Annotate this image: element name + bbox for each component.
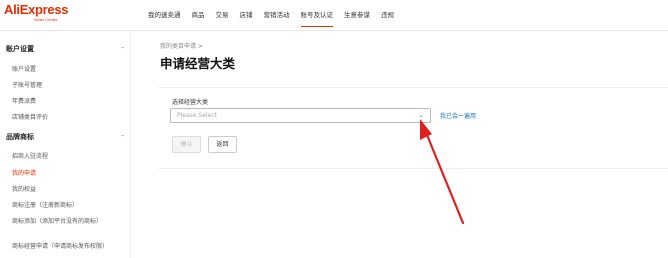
arrowhead-icon [420, 119, 432, 140]
arrow-shaft [423, 128, 465, 225]
annotation-arrow [420, 119, 465, 225]
